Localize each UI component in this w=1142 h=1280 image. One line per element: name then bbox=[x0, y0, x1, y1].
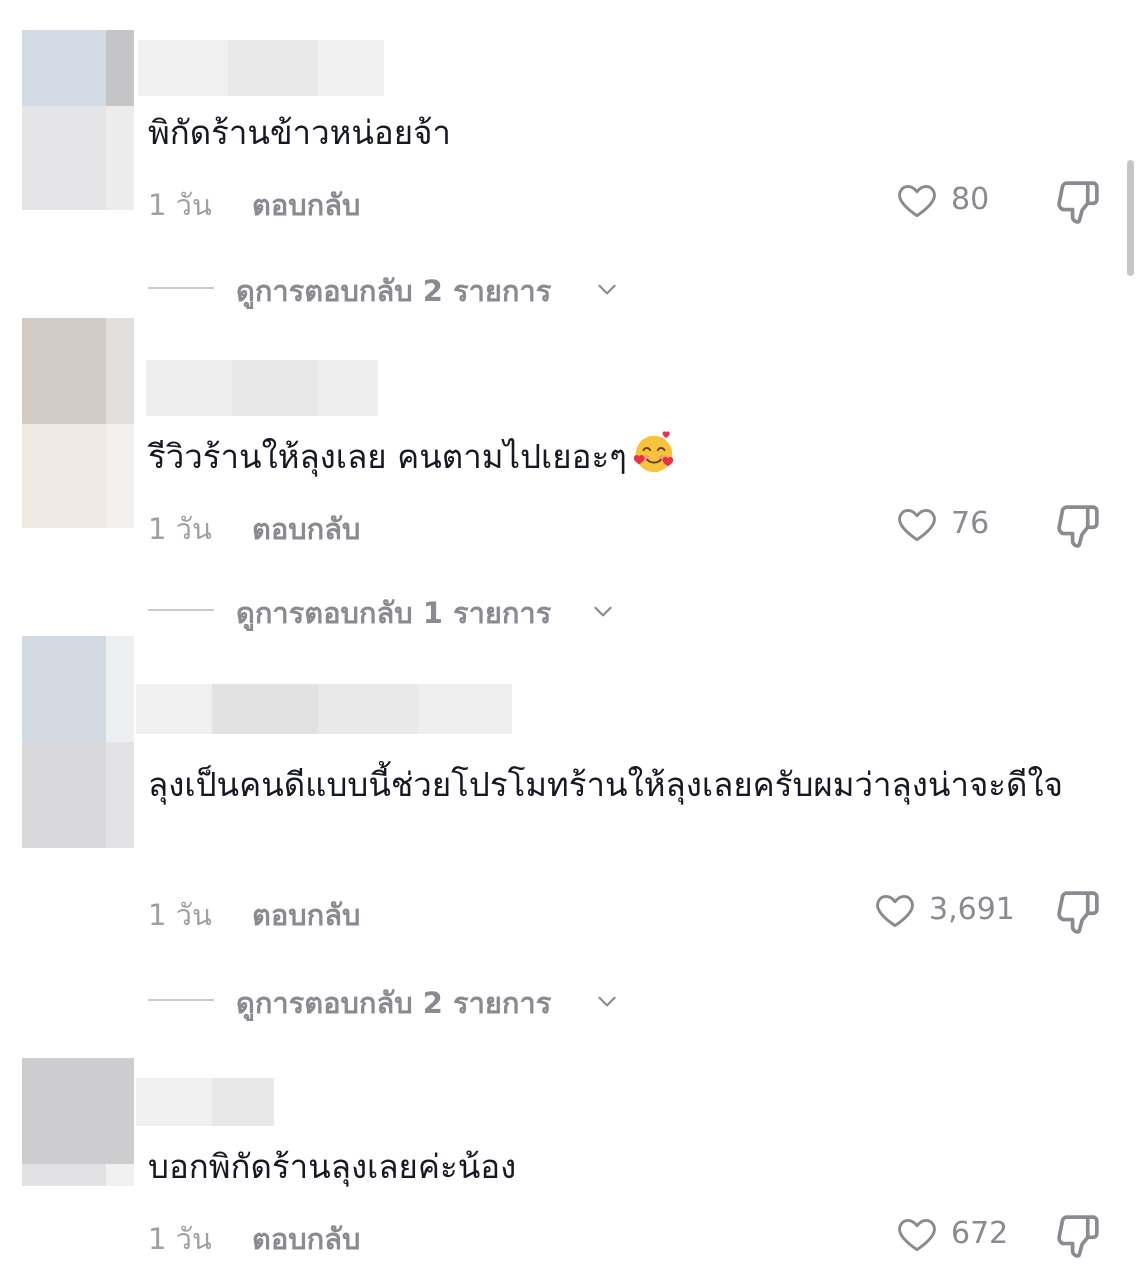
avatar[interactable] bbox=[22, 30, 134, 210]
comment-time: 1 วัน bbox=[148, 188, 212, 222]
comment-text: ลุงเป็นคนดีแบบนี้ช่วยโปรโมทร้านให้ลุงเลย… bbox=[148, 765, 1063, 804]
divider-line bbox=[148, 999, 214, 1001]
avatar[interactable] bbox=[22, 636, 134, 848]
divider-line bbox=[148, 609, 214, 611]
chevron-down-icon bbox=[598, 284, 616, 295]
username-redacted[interactable] bbox=[136, 1078, 274, 1126]
view-replies-button[interactable]: ดูการตอบกลับ 1 รายการ bbox=[148, 590, 628, 630]
comment-time: 1 วัน bbox=[148, 1222, 212, 1256]
heart-outline-icon bbox=[898, 508, 936, 542]
like-count: 672 bbox=[951, 1216, 1009, 1251]
comment-item: พิกัดร้านข้าวหน่อยจ้า 1 วัน ตอบกลับ 80 ด… bbox=[0, 0, 1142, 310]
like-count: 76 bbox=[951, 506, 990, 541]
like-count: 3,691 bbox=[929, 892, 1015, 927]
comment-item: รีวิวร้านให้ลุงเลย คนตามไปเยอะๆ 1 วัน ตอ… bbox=[0, 310, 1142, 630]
comment-time: 1 วัน bbox=[148, 512, 212, 546]
view-replies-button[interactable]: ดูการตอบกลับ 2 รายการ bbox=[148, 980, 628, 1020]
thumbs-down-outline-icon[interactable] bbox=[1052, 886, 1104, 938]
username-redacted[interactable] bbox=[146, 360, 378, 416]
avatar[interactable] bbox=[22, 318, 134, 528]
comment-text-content: รีวิวร้านให้ลุงเลย คนตามไปเยอะๆ bbox=[148, 437, 627, 476]
like-count: 80 bbox=[951, 182, 990, 217]
reply-button[interactable]: ตอบกลับ bbox=[252, 182, 360, 228]
divider-line bbox=[148, 287, 214, 289]
heart-outline-icon bbox=[898, 1218, 936, 1252]
thumbs-down-outline-icon[interactable] bbox=[1052, 500, 1104, 552]
smiling-face-with-hearts-icon bbox=[633, 431, 674, 473]
heart-outline-icon bbox=[876, 894, 914, 928]
comment-text: พิกัดร้านข้าวหน่อยจ้า bbox=[148, 113, 451, 152]
reply-button[interactable]: ตอบกลับ bbox=[252, 892, 360, 938]
heart-outline-icon bbox=[898, 184, 936, 218]
thumbs-down-outline-icon[interactable] bbox=[1052, 1210, 1104, 1262]
view-replies-label: ดูการตอบกลับ 2 รายการ bbox=[236, 986, 552, 1020]
reply-button[interactable]: ตอบกลับ bbox=[252, 1216, 360, 1262]
reply-button[interactable]: ตอบกลับ bbox=[252, 506, 360, 552]
username-redacted[interactable] bbox=[138, 40, 384, 96]
chevron-down-icon bbox=[598, 996, 616, 1007]
thumbs-down-outline-icon[interactable] bbox=[1052, 176, 1104, 228]
comment-item: บอกพิกัดร้านลุงเลยค่ะน้อง 1 วัน ตอบกลับ … bbox=[0, 1050, 1142, 1280]
comment-text: รีวิวร้านให้ลุงเลย คนตามไปเยอะๆ bbox=[148, 424, 1108, 490]
view-replies-label: ดูการตอบกลับ 2 รายการ bbox=[236, 274, 552, 308]
avatar[interactable] bbox=[22, 1058, 134, 1186]
username-redacted[interactable] bbox=[136, 684, 512, 734]
chevron-down-icon bbox=[594, 606, 612, 617]
view-replies-button[interactable]: ดูการตอบกลับ 2 รายการ bbox=[148, 268, 628, 308]
scrollbar[interactable] bbox=[1127, 160, 1134, 276]
comment-text: บอกพิกัดร้านลุงเลยค่ะน้อง bbox=[148, 1147, 517, 1186]
comment-item: ลุงเป็นคนดีแบบนี้ช่วยโปรโมทร้านให้ลุงเลย… bbox=[0, 630, 1142, 1050]
comment-time: 1 วัน bbox=[148, 898, 212, 932]
